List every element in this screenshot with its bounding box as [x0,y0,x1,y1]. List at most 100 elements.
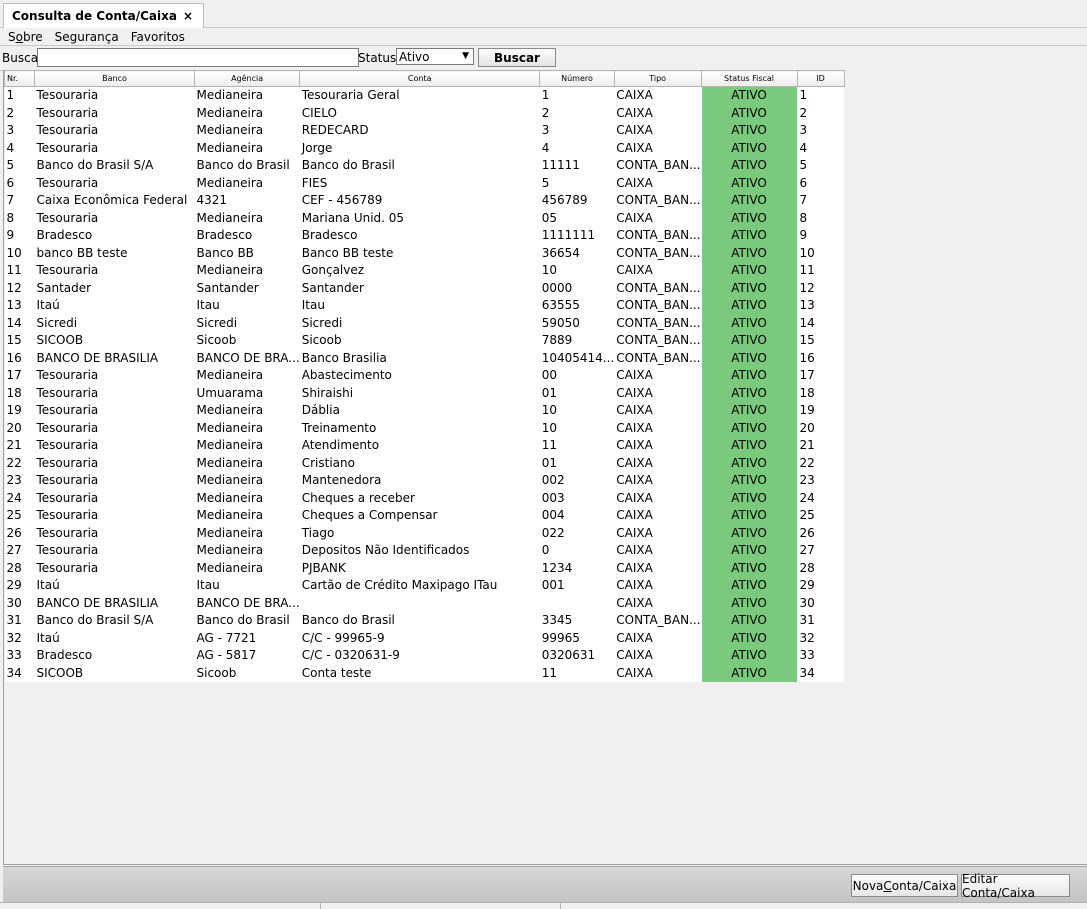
column-header-numero[interactable]: Número [539,70,615,87]
table-row[interactable]: 18 Tesouraria Umuarama Shiraishi 01 CAIXA ATIV… [4,384,845,402]
menu-favoritos[interactable]: Favoritos [125,30,191,44]
table-row[interactable]: 7 Caixa Econômica Federal 4321 CEF - 456789… [4,192,845,210]
cell-numero: 10405414... [539,349,615,367]
cell-conta: Cartão de Crédito Maxipago ITau [299,577,540,595]
cell-conta: Abastecimento [299,367,540,385]
table-row[interactable]: 23 Tesouraria Medianeira Mantenedora 002 CAIX… [4,472,845,490]
tab-title: Consulta de Conta/Caixa [12,9,177,23]
column-header-status-fiscal[interactable]: Status Fiscal [700,70,798,87]
search-button[interactable]: Buscar [478,48,556,67]
table-row[interactable]: 4 Tesouraria Medianeira Jorge 4 CAIXA ATIVO 4 [4,139,845,157]
table-row[interactable]: 27 Tesouraria Medianeira Depositos Não Iden… [4,542,845,560]
cell-agencia: Medianeira [194,437,300,455]
table-row[interactable]: 29 Itaú Itau Cartão de Crédito Maxipago ITa… [4,577,845,595]
cell-tipo: CONTA_BAN... [614,227,702,245]
table-row[interactable]: 26 Tesouraria Medianeira Tiago 022 CAIXA ATIVO… [4,524,845,542]
cell-tipo: CAIXA [614,139,702,157]
cell-tipo: CAIXA [614,647,702,665]
cell-agencia: Banco do Brasil [194,157,300,175]
table-row[interactable]: 20 Tesouraria Medianeira Treinamento 10 CAIXA… [4,419,845,437]
cell-conta: FIES [299,174,540,192]
cell-numero: 01 [539,384,615,402]
table-row[interactable]: 12 Santader Santander Santander 0000 CONTA_BA… [4,279,845,297]
column-header-banco[interactable]: Banco [34,70,195,87]
cell-status-fiscal: ATIVO [700,209,798,227]
cell-id: 5 [797,157,845,175]
table-row[interactable]: 13 Itaú Itau Itau 63555 CONTA_BAN... ATIVO 13 [4,297,845,315]
table-row[interactable]: 33 Bradesco AG - 5817 C/C - 0320631-9 032063… [4,647,845,665]
table-row[interactable]: 1 Tesouraria Medianeira Tesouraria Geral 1 CA… [4,86,845,105]
menu-sobre[interactable]: Sobre [0,30,49,44]
new-account-button[interactable]: Nova Conta/Caixa [851,874,958,897]
column-header-conta[interactable]: Conta [299,70,541,87]
cell-banco: BANCO DE BRASILIA [34,349,195,367]
table-row[interactable]: 6 Tesouraria Medianeira FIES 5 CAIXA ATIVO 6 [4,174,845,192]
edit-account-button[interactable]: Editar Conta/Caixa [961,872,1070,900]
cell-conta: Jorge [299,139,540,157]
cell-id: 26 [797,524,845,542]
cell-id: 31 [797,612,845,630]
cell-conta: Mariana Unid. 05 [299,209,540,227]
results-table-area[interactable]: Nr. Banco Agência Conta Número Tipo Stat… [3,70,1087,865]
cell-agencia: Umuarama [194,384,300,402]
cell-status-fiscal: ATIVO [700,524,798,542]
table-row[interactable]: 3 Tesouraria Medianeira REDECARD 3 CAIXA ATIVO… [4,122,845,140]
table-row[interactable]: 5 Banco do Brasil S/A Banco do Brasil Banco… [4,157,845,175]
table-row[interactable]: 17 Tesouraria Medianeira Abastecimento 00 CAI… [4,367,845,385]
table-row[interactable]: 34 SICOOB Sicoob Conta teste 11 CAIXA ATIVO 34 [4,664,845,682]
cell-numero: 11 [539,664,615,682]
table-row[interactable]: 19 Tesouraria Medianeira Dáblia 10 CAIXA ATIVO… [4,402,845,420]
cell-banco: Tesouraria [34,472,195,490]
cell-numero: 36654 [539,244,615,262]
table-row[interactable]: 25 Tesouraria Medianeira Cheques a Compensa… [4,507,845,525]
cell-status-fiscal: ATIVO [700,279,798,297]
cell-conta: Cheques a Compensar [299,507,540,525]
table-row[interactable]: 21 Tesouraria Medianeira Atendimento 11 CAIXA… [4,437,845,455]
column-header-nr[interactable]: Nr. [4,70,35,87]
cell-numero: 0 [539,542,615,560]
table-row[interactable]: 8 Tesouraria Medianeira Mariana Unid. 05 05 C… [4,209,845,227]
cell-numero: 3345 [539,612,615,630]
cell-id: 22 [797,454,845,472]
table-row[interactable]: 15 SICOOB Sicoob Sicoob 7889 CONTA_BAN... ATIV… [4,332,845,350]
table-row[interactable]: 14 Sicredi Sicredi Sicredi 59050 CONTA_BAN...… [4,314,845,332]
cell-agencia: Medianeira [194,559,300,577]
table-row[interactable]: 28 Tesouraria Medianeira PJBANK 1234 CAIXA ATI… [4,559,845,577]
cell-id: 10 [797,244,845,262]
table-row[interactable]: 30 BANCO DE BRASILIA BANCO DE BRA... CAIXA A… [4,594,845,612]
cell-banco: Tesouraria [34,507,195,525]
table-row[interactable]: 9 Bradesco Bradesco Bradesco 1111111 CONTA_BA… [4,227,845,245]
search-input[interactable] [37,48,359,67]
cell-status-fiscal: ATIVO [700,647,798,665]
cell-status-fiscal: ATIVO [700,419,798,437]
status-select[interactable]: Ativo ▼ [396,48,474,65]
cell-banco: Caixa Econômica Federal [34,192,195,210]
close-icon[interactable]: × [183,9,193,23]
cell-tipo: CAIXA [614,472,702,490]
dropdown-arrow-icon: ▼ [462,51,469,61]
cell-banco: Tesouraria [34,384,195,402]
cell-numero: 1 [539,86,615,105]
menu-seguranca[interactable]: Segurança [49,30,125,44]
table-row[interactable]: 16 BANCO DE BRASILIA BANCO DE BRA... Banco … [4,349,845,367]
cell-banco: Tesouraria [34,559,195,577]
cell-agencia: Medianeira [194,209,300,227]
column-header-agencia[interactable]: Agência [193,70,301,87]
table-row[interactable]: 22 Tesouraria Medianeira Cristiano 01 CAIXA AT… [4,454,845,472]
table-header-row: Nr. Banco Agência Conta Número Tipo Stat… [4,70,845,87]
cell-banco: Tesouraria [34,209,195,227]
cell-id: 14 [797,314,845,332]
cell-tipo: CAIXA [614,402,702,420]
cell-tipo: CONTA_BAN... [614,279,702,297]
table-row[interactable]: 31 Banco do Brasil S/A Banco do Brasil Banc… [4,612,845,630]
table-row[interactable]: 10 banco BB teste Banco BB Banco BB teste 36… [4,244,845,262]
tab-consulta-conta-caixa[interactable]: Consulta de Conta/Caixa × [3,3,205,28]
column-header-tipo[interactable]: Tipo [613,70,702,87]
table-row[interactable]: 11 Tesouraria Medianeira Gonçalvez 10 CAIXA AT… [4,262,845,280]
table-row[interactable]: 2 Tesouraria Medianeira CIELO 2 CAIXA ATIVO 2 [4,104,845,122]
table-row[interactable]: 32 Itaú AG - 7721 C/C - 99965-9 99965 CAIXA AT… [4,629,845,647]
table-row[interactable]: 24 Tesouraria Medianeira Cheques a receber 0… [4,489,845,507]
cell-agencia: 4321 [194,192,300,210]
column-header-id[interactable]: ID [796,70,845,87]
cell-numero: 10 [539,262,615,280]
